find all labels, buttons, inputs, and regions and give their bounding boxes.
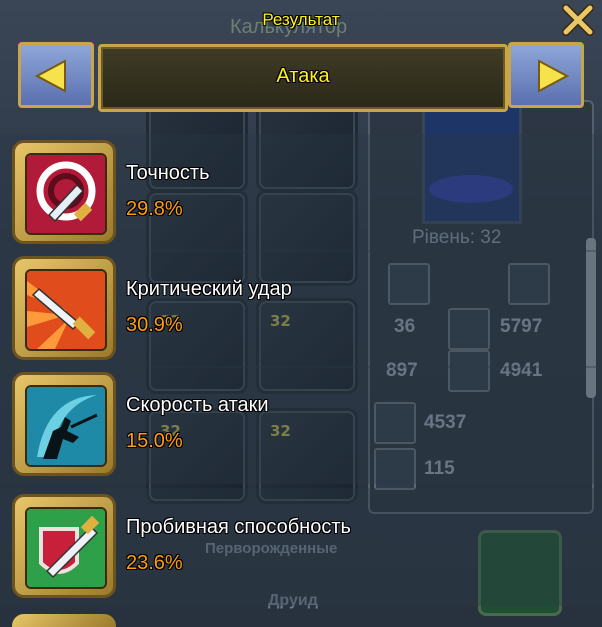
critical-strike-icon (27, 271, 105, 349)
stat-row-attack-speed: Скорость атаки 15.0% (0, 366, 602, 484)
category-title-box: Атака (98, 44, 508, 112)
stat-value: 30.9% (126, 314, 183, 336)
stat-name: Критический удар (126, 278, 292, 300)
stat-value: 29.8% (126, 198, 183, 220)
penetration-icon (27, 509, 105, 587)
stat-value: 23.6% (126, 552, 183, 574)
stat-row-penetration: Пробивная способность 23.6% (0, 488, 602, 606)
arrow-right-icon (538, 59, 569, 93)
stat-icon-frame[interactable] (12, 494, 116, 598)
stat-icon-frame[interactable] (12, 372, 116, 476)
title-bar: Результат (0, 0, 602, 40)
stat-icon-frame[interactable] (12, 140, 116, 244)
close-icon (562, 4, 594, 36)
next-category-button[interactable] (508, 42, 584, 108)
stat-name: Пробивная способность (126, 516, 351, 538)
category-title: Атака (276, 65, 330, 87)
stat-value: 15.0% (126, 430, 183, 452)
stat-row-accuracy: Точность 29.8% (0, 134, 602, 252)
arrow-left-icon (35, 59, 66, 93)
window-title: Результат (262, 10, 340, 29)
stat-icon-frame[interactable] (12, 256, 116, 360)
stat-row-critical: Критический удар 30.9% (0, 250, 602, 368)
close-button[interactable] (560, 2, 596, 38)
stat-name: Точность (126, 162, 210, 184)
prev-category-button[interactable] (18, 42, 94, 108)
category-nav: Атака (18, 42, 584, 112)
accuracy-icon (27, 155, 105, 233)
attack-speed-icon (27, 387, 105, 465)
next-row-icon-frame (12, 614, 116, 627)
stat-name: Скорость атаки (126, 394, 269, 416)
